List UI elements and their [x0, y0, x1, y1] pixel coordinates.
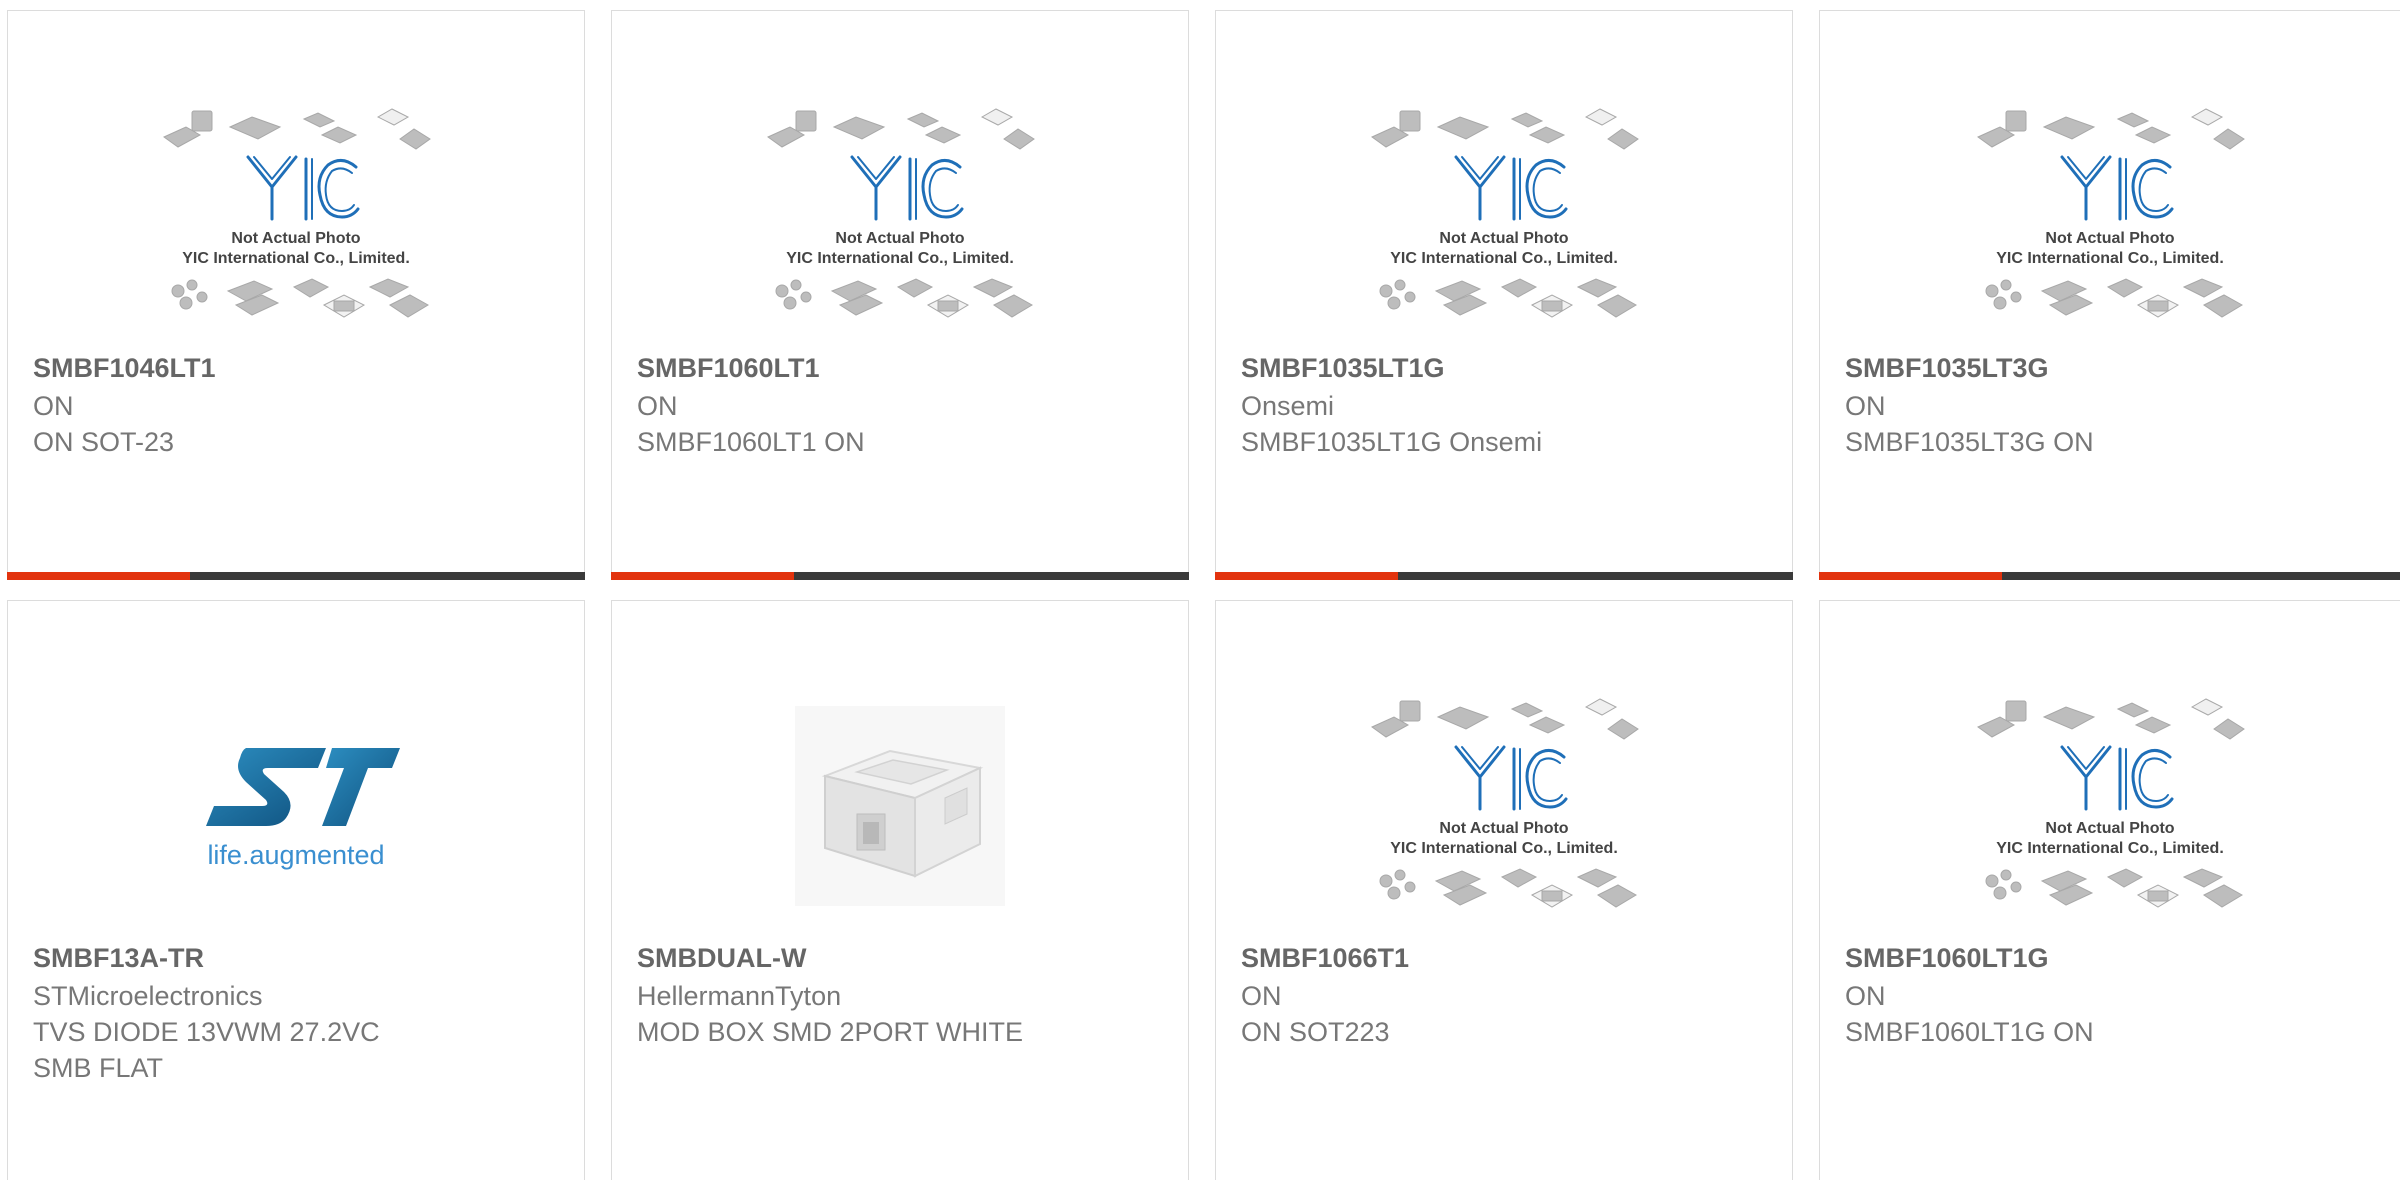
part-number[interactable]: SMBF1046LT1	[33, 353, 216, 384]
description: SMBF1035LT1G Onsemi	[1241, 427, 1543, 457]
product-image-placeholder[interactable]: Not Actual Photo YIC International Co., …	[1970, 91, 2250, 341]
description-line-2: SMB FLAT	[33, 1053, 164, 1083]
part-number[interactable]: SMBF1035LT3G	[1845, 353, 2049, 384]
placeholder-line2: YIC International Co., Limited.	[786, 250, 1014, 267]
card-bottom-bar	[1819, 572, 2400, 580]
yic-placeholder-icon: Not Actual Photo YIC International Co., …	[1977, 108, 2245, 318]
product-image-placeholder[interactable]: Not Actual Photo YIC International Co., …	[1364, 91, 1644, 341]
part-number[interactable]: SMBF1066T1	[1241, 943, 1409, 974]
white-box-photo-icon	[795, 706, 1005, 906]
placeholder-line2: YIC International Co., Limited.	[1390, 840, 1618, 857]
manufacturer: ON	[1845, 391, 1886, 421]
part-number[interactable]: SMBF1060LT1	[637, 353, 820, 384]
description: SMBF1060LT1G ON	[1845, 1017, 2094, 1047]
product-image-placeholder[interactable]: Not Actual Photo YIC International Co., …	[1970, 681, 2250, 931]
placeholder-line1: Not Actual Photo	[835, 230, 964, 247]
placeholder-line1: Not Actual Photo	[2045, 230, 2174, 247]
description: ON SOT-23	[33, 427, 175, 457]
yic-placeholder-icon: Not Actual Photo YIC International Co., …	[1977, 698, 2245, 908]
manufacturer: HellermannTyton	[637, 981, 842, 1011]
part-number[interactable]: SMBF13A-TR	[33, 943, 204, 974]
description: SMBF1060LT1 ON	[637, 427, 865, 457]
manufacturer: ON	[33, 391, 74, 421]
placeholder-line2: YIC International Co., Limited.	[1390, 250, 1618, 267]
description: MOD BOX SMD 2PORT WHITE	[637, 1017, 1024, 1047]
product-photo[interactable]	[760, 681, 1040, 931]
product-card[interactable]: Not Actual Photo YIC International Co., …	[1215, 10, 1793, 580]
yic-placeholder-icon: Not Actual Photo YIC International Co., …	[1371, 698, 1639, 908]
product-card[interactable]: Not Actual Photo YIC International Co., …	[1819, 600, 2400, 1180]
manufacturer: STMicroelectronics	[33, 981, 263, 1011]
yic-placeholder-icon: Not Actual Photo YIC International Co., …	[767, 108, 1035, 318]
product-card[interactable]: Not Actual Photo YIC International Co., …	[1215, 600, 1793, 1180]
st-tagline: life.augmented	[207, 840, 384, 870]
st-logo-icon: life.augmented	[206, 748, 400, 870]
product-card[interactable]: Not Actual Photo YIC International Co., …	[1819, 10, 2400, 580]
product-image-placeholder[interactable]: Not Actual Photo YIC International Co., …	[156, 91, 436, 341]
part-number[interactable]: SMBF1035LT1G	[1241, 353, 1445, 384]
yic-placeholder-icon: Not Actual Photo YIC International Co., …	[1371, 108, 1639, 318]
manufacturer: ON	[637, 391, 678, 421]
placeholder-line2: YIC International Co., Limited.	[1996, 840, 2224, 857]
description: ON SOT223	[1241, 1017, 1390, 1047]
description-line-1: TVS DIODE 13VWM 27.2VC	[33, 1017, 380, 1047]
product-image-placeholder[interactable]: Not Actual Photo YIC International Co., …	[760, 91, 1040, 341]
product-card[interactable]: SMBDUAL-W HellermannTyton MOD BOX SMD 2P…	[611, 600, 1189, 1180]
product-card[interactable]: life.augmented SMBF13A-TR STMicroelectro…	[7, 600, 585, 1180]
product-image-placeholder[interactable]: Not Actual Photo YIC International Co., …	[1364, 681, 1644, 931]
placeholder-line1: Not Actual Photo	[231, 230, 360, 247]
placeholder-line2: YIC International Co., Limited.	[1996, 250, 2224, 267]
product-card[interactable]: Not Actual Photo YIC International Co., …	[611, 10, 1189, 580]
placeholder-line1: Not Actual Photo	[1439, 230, 1568, 247]
card-bottom-bar	[611, 572, 1189, 580]
st-logo-image[interactable]: life.augmented	[156, 681, 436, 931]
card-bottom-bar	[7, 572, 585, 580]
manufacturer: ON	[1845, 981, 1886, 1011]
product-grid: Not Actual Photo YIC International Co., …	[0, 0, 2400, 1180]
manufacturer: Onsemi	[1241, 391, 1335, 421]
card-bottom-bar	[1215, 572, 1793, 580]
product-card[interactable]: Not Actual Photo YIC International Co., …	[7, 10, 585, 580]
manufacturer: ON	[1241, 981, 1282, 1011]
description: SMBF1035LT3G ON	[1845, 427, 2094, 457]
yic-placeholder-icon: Not Actual Photo YIC International Co., …	[163, 108, 431, 318]
placeholder-line2: YIC International Co., Limited.	[182, 250, 410, 267]
part-number[interactable]: SMBF1060LT1G	[1845, 943, 2049, 974]
placeholder-line1: Not Actual Photo	[2045, 820, 2174, 837]
part-number[interactable]: SMBDUAL-W	[637, 943, 806, 974]
placeholder-line1: Not Actual Photo	[1439, 820, 1568, 837]
